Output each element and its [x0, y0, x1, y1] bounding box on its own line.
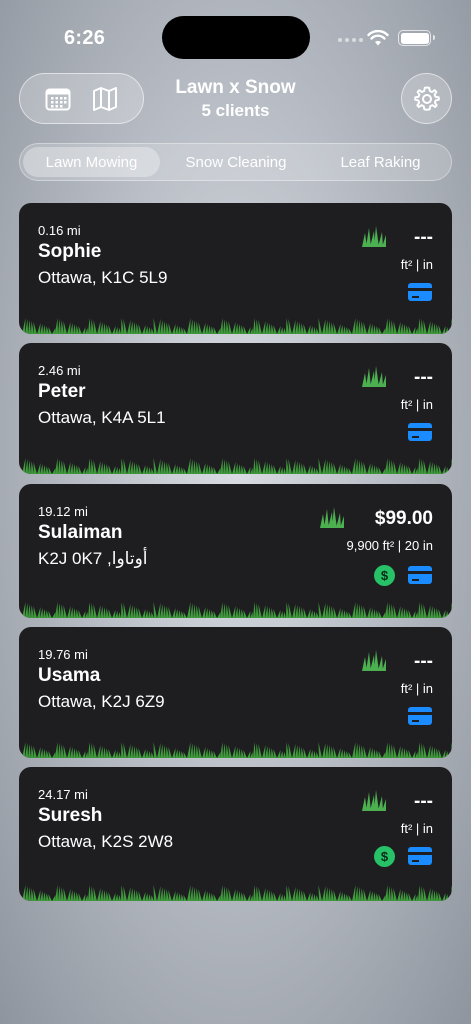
tab-leaf-raking[interactable]: Leaf Raking: [312, 147, 449, 177]
credit-card-icon[interactable]: [408, 423, 432, 441]
grass-decoration: [19, 742, 452, 758]
map-button[interactable]: [88, 82, 122, 116]
wifi-icon: [367, 29, 389, 46]
client-address: Ottawa, K2J 6Z9: [38, 692, 165, 711]
grass-icon: [361, 789, 387, 811]
page-title: Lawn x Snow: [175, 77, 296, 98]
grass-icon: [361, 649, 387, 671]
client-distance: 2.46 mi: [38, 363, 81, 378]
client-address: Ottawa, K1C 5L9: [38, 268, 168, 287]
calendar-icon: [45, 88, 71, 110]
client-address: Ottawa, K4A 5L1: [38, 408, 166, 427]
client-address: K2J 0K7 ,أوتاوا: [38, 549, 148, 568]
grass-icon: [319, 506, 345, 528]
client-price: ---: [414, 791, 433, 812]
lawn-dimensions: ft² | in: [400, 681, 433, 696]
dynamic-island: [162, 16, 310, 59]
grass-icon: [361, 225, 387, 247]
client-name: Sophie: [38, 241, 102, 262]
status-time: 6:26: [64, 27, 106, 49]
client-distance: 24.17 mi: [38, 787, 88, 802]
battery-icon: [398, 30, 435, 46]
client-card[interactable]: 19.76 mi Usama Ottawa, K2J 6Z9 --- ft² |…: [19, 627, 452, 758]
credit-card-icon[interactable]: [408, 847, 432, 865]
gear-icon: [413, 86, 440, 111]
lawn-dimensions: ft² | in: [400, 821, 433, 836]
client-name: Usama: [38, 665, 101, 686]
lawn-dimensions: 9,900 ft² | 20 in: [346, 538, 434, 553]
client-name: Suresh: [38, 805, 103, 826]
client-card[interactable]: 0.16 mi Sophie Ottawa, K1C 5L9 --- ft² |…: [19, 203, 452, 334]
client-card[interactable]: 2.46 mi Peter Ottawa, K4A 5L1 --- ft² | …: [19, 343, 452, 474]
client-card[interactable]: 19.12 mi Sulaiman K2J 0K7 ,أوتاوا $99.00…: [19, 484, 452, 618]
client-count: 5 clients: [201, 101, 270, 120]
client-card[interactable]: 24.17 mi Suresh Ottawa, K2S 2W8 --- ft² …: [19, 767, 452, 901]
credit-card-icon[interactable]: [408, 707, 432, 725]
view-switcher: [19, 73, 144, 124]
credit-card-icon[interactable]: [408, 566, 432, 584]
dollar-icon[interactable]: $: [374, 846, 395, 867]
client-price: ---: [414, 367, 433, 388]
signal-icon: [338, 38, 363, 42]
map-icon: [93, 86, 118, 111]
grass-decoration: [19, 318, 452, 334]
client-price: ---: [414, 227, 433, 248]
grass-decoration: [19, 885, 452, 901]
service-tabs: Lawn Mowing Snow Cleaning Leaf Raking: [19, 143, 452, 181]
client-price: $99.00: [374, 508, 433, 529]
header-title-block: Lawn x Snow 5 clients: [150, 77, 321, 123]
grass-decoration: [19, 458, 452, 474]
settings-button[interactable]: [401, 73, 452, 124]
client-distance: 0.16 mi: [38, 223, 81, 238]
lawn-dimensions: ft² | in: [400, 397, 433, 412]
client-distance: 19.76 mi: [38, 647, 88, 662]
lawn-dimensions: ft² | in: [400, 257, 433, 272]
client-name: Peter: [38, 381, 86, 402]
calendar-button[interactable]: [41, 82, 75, 116]
client-name: Sulaiman: [38, 522, 123, 543]
credit-card-icon[interactable]: [408, 283, 432, 301]
client-price: ---: [414, 651, 433, 672]
tab-lawn-mowing[interactable]: Lawn Mowing: [23, 147, 160, 177]
client-distance: 19.12 mi: [38, 504, 88, 519]
dollar-icon[interactable]: $: [374, 565, 395, 586]
status-bar: 6:26: [0, 0, 471, 60]
grass-decoration: [19, 602, 452, 618]
client-address: Ottawa, K2S 2W8: [38, 832, 174, 851]
grass-icon: [361, 365, 387, 387]
tab-snow-cleaning[interactable]: Snow Cleaning: [166, 147, 306, 177]
